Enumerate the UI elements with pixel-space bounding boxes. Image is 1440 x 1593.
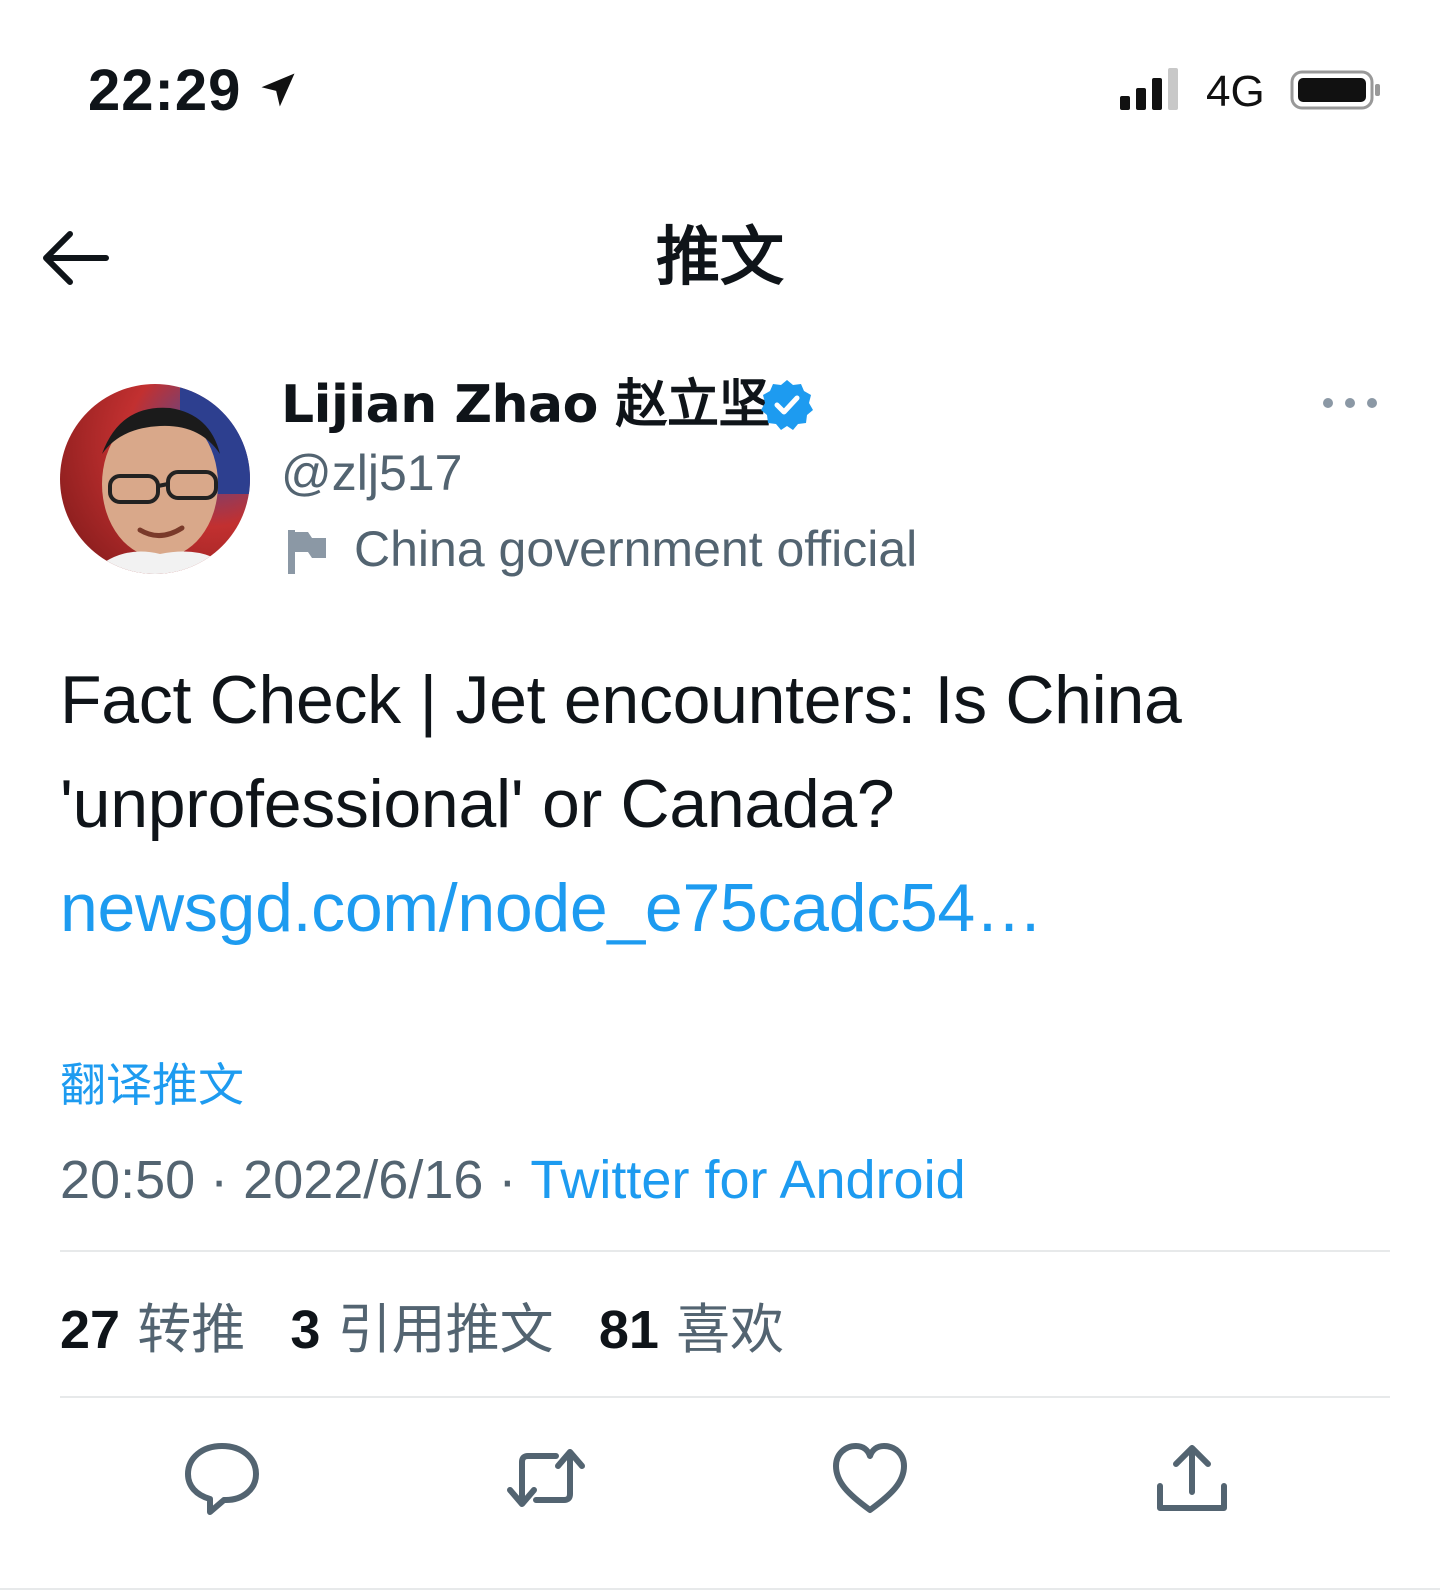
divider [60, 1396, 1390, 1398]
translate-tweet-link[interactable]: 翻译推文 [60, 1055, 244, 1115]
divider [60, 1250, 1390, 1252]
tweet-meta: 20:50 · 2022/6/16 · Twitter for Android [60, 1146, 966, 1214]
meta-separator: · [210, 1150, 229, 1210]
network-type: 4G [1206, 67, 1265, 116]
quotes-label: 引用推文 [337, 1298, 554, 1361]
tweet-stats: 27 转推 3 引用推文 81 喜欢 [60, 1296, 812, 1364]
meta-separator: · [498, 1150, 517, 1210]
status-time: 22:29 [88, 58, 242, 123]
bottom-divider [0, 1588, 1440, 1590]
tweet-date: 2022/6/16 [243, 1150, 484, 1210]
tweet-text-line: 'unprofessional' or Canada? [60, 766, 895, 842]
quotes-stat[interactable]: 3 引用推文 [290, 1298, 553, 1361]
tweet-text-line: Fact Check | Jet encounters: Is China [60, 662, 1182, 738]
likes-count: 81 [598, 1300, 659, 1360]
likes-stat[interactable]: 81 喜欢 [599, 1298, 784, 1361]
page-title: 推文 [656, 221, 784, 295]
battery-icon [1290, 70, 1380, 110]
retweets-label: 转推 [137, 1298, 246, 1361]
location-arrow-icon [261, 73, 295, 107]
account-label: China government official [354, 521, 918, 577]
tweet-time: 20:50 [60, 1150, 196, 1210]
share-icon[interactable] [1150, 1436, 1234, 1520]
author-name[interactable]: Lijian Zhao 赵立坚 [281, 372, 770, 438]
likes-label: 喜欢 [676, 1298, 785, 1361]
retweet-icon[interactable] [504, 1436, 588, 1520]
tweet-text: Fact Check | Jet encounters: Is China 'u… [60, 648, 1390, 960]
more-horizontal-icon[interactable] [1320, 388, 1380, 418]
author-handle[interactable]: @zlj517 [281, 442, 462, 504]
retweets-count: 27 [60, 1300, 121, 1360]
flag-icon [288, 530, 326, 574]
tweet-source[interactable]: Twitter for Android [530, 1150, 965, 1210]
avatar[interactable] [60, 384, 250, 574]
verified-badge-icon [761, 380, 813, 430]
reply-bubble-icon[interactable] [180, 1436, 264, 1520]
signal-bars-icon [1120, 68, 1178, 110]
retweets-stat[interactable]: 27 转推 [60, 1298, 245, 1361]
avatar-image [60, 384, 250, 574]
tweet-link[interactable]: newsgd.com/node_e75cadc54… [60, 856, 1390, 960]
quotes-count: 3 [290, 1300, 321, 1360]
heart-icon[interactable] [828, 1436, 912, 1520]
